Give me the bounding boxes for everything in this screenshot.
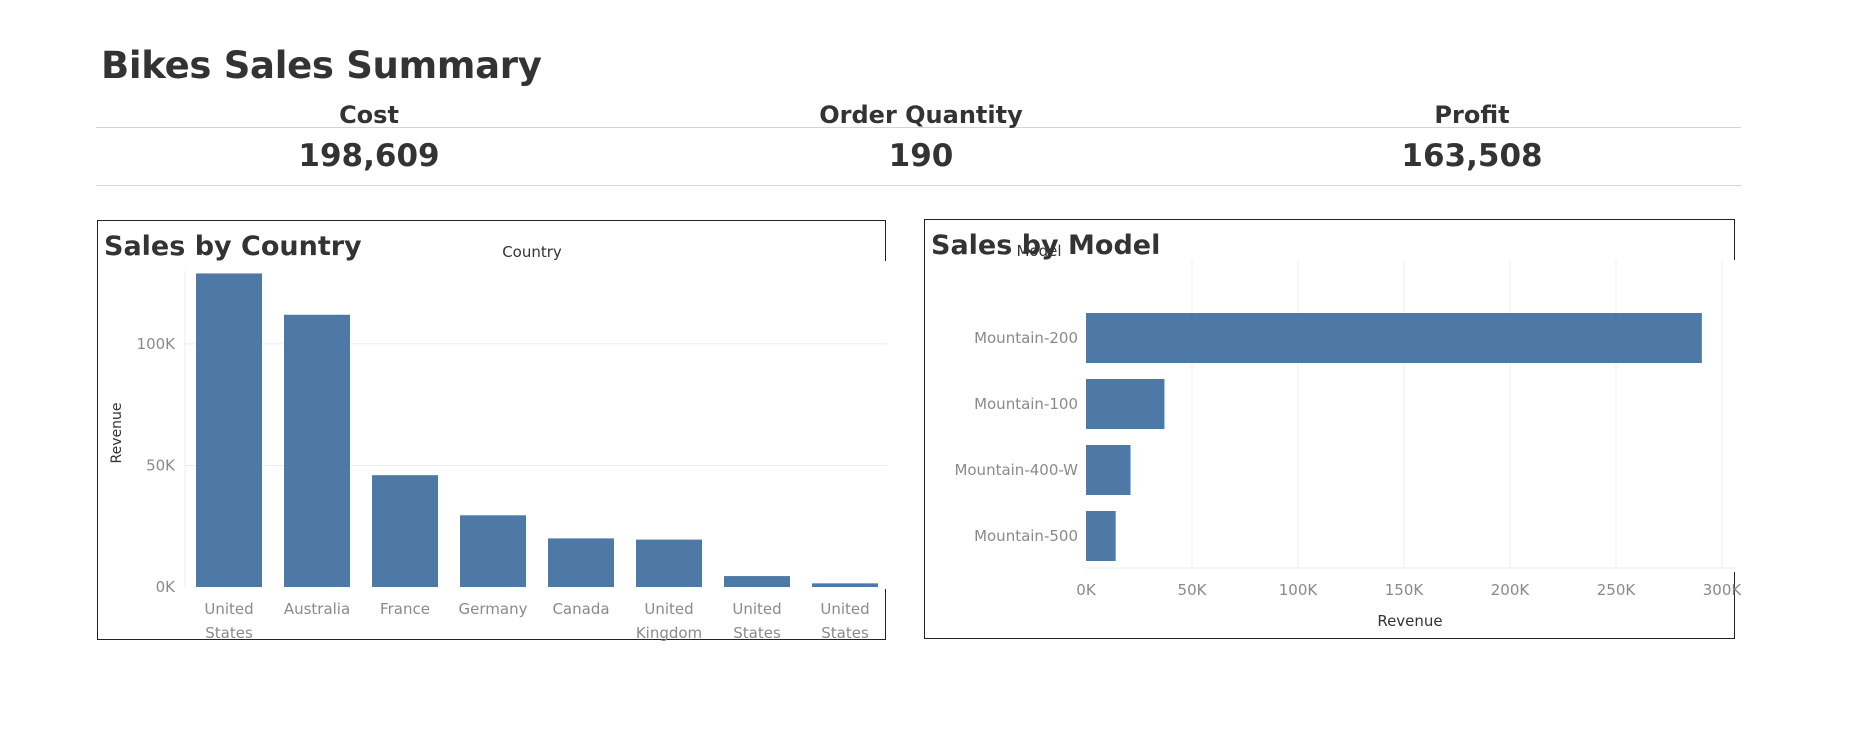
x-tick-label: States	[205, 624, 253, 642]
y-tick-label: Mountain-100	[974, 395, 1078, 413]
bar	[1086, 313, 1702, 363]
x-axis-label: Revenue	[1377, 612, 1442, 630]
sales-by-country-chart: Country Revenue 0K 50K 100K United States Austr…	[109, 243, 893, 642]
bar	[196, 273, 262, 587]
bar	[1086, 445, 1131, 495]
kpi-order-quantity-value: 190	[888, 138, 954, 174]
y-axis-label: Revenue	[109, 403, 125, 464]
x-tick-label: States	[821, 624, 869, 642]
x-tick-label: Kingdom	[636, 624, 702, 642]
x-tick-label: United	[204, 600, 253, 618]
sales-by-model-chart: Model 0K 50K 100K 150K 200K 250K 300K Revenue Mou…	[954, 242, 1742, 630]
bar	[1086, 511, 1116, 561]
y-tick-label: 0K	[156, 578, 177, 596]
country-header-label: Country	[502, 243, 562, 261]
x-tick-label: United	[644, 600, 693, 618]
x-tick-label: Canada	[552, 600, 609, 618]
y-tick-label: Mountain-200	[974, 329, 1078, 347]
x-tick-label: 300K	[1703, 581, 1743, 599]
dashboard: Bikes Sales Summary Cost 198,609 Order Q…	[0, 0, 1850, 730]
sales-by-country-panel: Sales by Country Country Revenue 0K 50K 100K…	[97, 220, 893, 642]
bar	[372, 475, 438, 587]
y-tick-label: 50K	[146, 456, 176, 474]
kpi-cost-value: 198,609	[298, 138, 440, 174]
y-tick-label: Mountain-400-W	[954, 461, 1078, 479]
kpi-cost-label: Cost	[339, 101, 399, 129]
x-tick-label: Germany	[459, 600, 528, 618]
page-title: Bikes Sales Summary	[101, 44, 542, 87]
bar	[636, 539, 702, 587]
bar	[1086, 379, 1165, 429]
x-tick-label: United	[732, 600, 781, 618]
x-tick-label: 100K	[1279, 581, 1319, 599]
bar	[548, 538, 614, 587]
y-tick-label: Mountain-500	[974, 527, 1078, 545]
kpi-order-quantity-label: Order Quantity	[819, 101, 1023, 129]
x-tick-label: France	[380, 600, 430, 618]
sales-by-model-panel: Sales by Model Model 0K 50K 100K 150K 200K 250…	[924, 219, 1742, 639]
kpi-profit-value: 163,508	[1401, 138, 1543, 174]
x-tick-label: States	[733, 624, 781, 642]
kpi-bottom-divider	[96, 185, 1741, 186]
x-tick-label: 200K	[1491, 581, 1531, 599]
x-tick-label: Australia	[284, 600, 350, 618]
x-tick-label: United	[820, 600, 869, 618]
x-tick-label: 250K	[1597, 581, 1637, 599]
bar	[460, 515, 526, 587]
kpi-profit-label: Profit	[1434, 101, 1510, 129]
plot-area	[1084, 260, 1742, 572]
bar	[284, 314, 350, 587]
bar	[724, 576, 790, 587]
x-tick-label: 0K	[1076, 581, 1097, 599]
x-tick-label: 150K	[1385, 581, 1425, 599]
model-header-label: Model	[1016, 242, 1061, 260]
x-tick-label: 50K	[1178, 581, 1208, 599]
bar	[812, 583, 878, 587]
y-tick-label: 100K	[137, 335, 177, 353]
